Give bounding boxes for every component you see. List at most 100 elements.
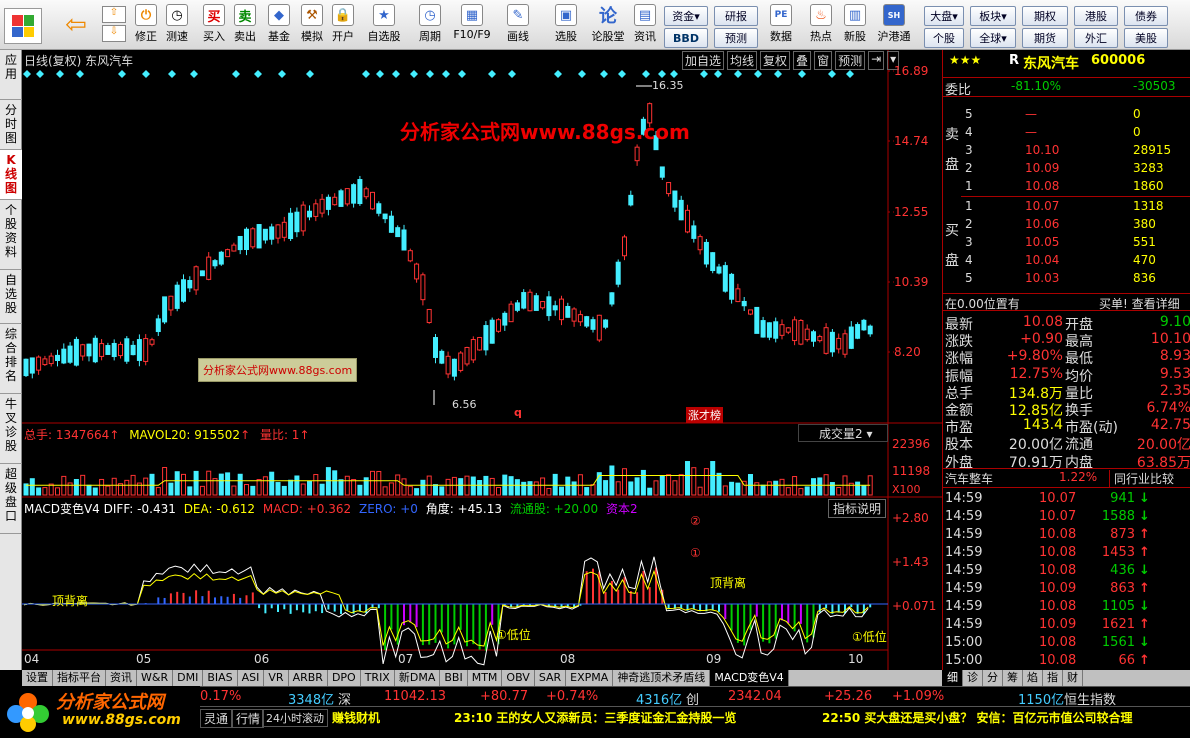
restore-button[interactable]: 复权 — [760, 51, 791, 70]
ipo-button[interactable]: ▥ 新股 — [840, 4, 870, 48]
open-account-button[interactable]: 🔒 开户 — [327, 4, 359, 48]
capital-button[interactable]: 资金 ▾ — [664, 6, 708, 26]
sell-button[interactable]: 卖卖出 — [231, 4, 259, 48]
us-stocks-button[interactable]: 美股 — [1124, 28, 1168, 48]
stock-select-button[interactable]: ▣ 选股 — [546, 4, 586, 48]
bbd-button[interactable]: BBD — [664, 28, 708, 48]
forecast-button[interactable]: 预测 — [714, 28, 758, 48]
volume-indicator-select[interactable]: 成交量2 ▾ — [798, 424, 888, 442]
book-row[interactable]: 2 10.06 380 — [943, 216, 1190, 234]
indicator-tab[interactable]: 资讯 — [106, 670, 137, 686]
book-row[interactable]: 4 — 0 — [943, 124, 1190, 142]
news-tab-24h[interactable]: 24小时滚动 — [262, 709, 328, 727]
news-button[interactable]: ▤ 资讯 — [630, 4, 660, 48]
indicator-tab[interactable]: MTM — [468, 670, 503, 686]
index-button[interactable]: 大盘 ▾ — [924, 6, 964, 26]
hotspot-button[interactable]: ♨ 热点 — [804, 4, 838, 48]
news-tab-lingtong[interactable]: 灵通 — [200, 709, 233, 728]
hk-stocks-button[interactable]: 港股 — [1074, 6, 1118, 26]
overlay-button[interactable]: 叠 — [793, 51, 812, 70]
fullscreen-icon[interactable]: ⇥ — [868, 51, 885, 70]
buy-button[interactable]: 买买入 — [200, 4, 228, 48]
sidebar-item-ranking[interactable]: 综合排名 — [0, 324, 22, 394]
sector-button[interactable]: 板块 ▾ — [970, 6, 1016, 26]
indicator-explain-button[interactable]: 指标说明 — [828, 499, 887, 518]
indicator-tab[interactable]: ARBR — [289, 670, 328, 686]
sidebar-item-timeshare[interactable]: 分时图 — [0, 100, 22, 150]
news-tab-quotes[interactable]: 行情 — [232, 709, 265, 728]
book-row[interactable]: 5 — 0 — [943, 106, 1190, 124]
predict-button[interactable]: 预测 — [835, 51, 866, 70]
add-watch-button[interactable]: 加自选 — [682, 51, 725, 70]
indicator-tab[interactable]: 指标平台 — [53, 670, 106, 686]
futures-button[interactable]: 期货 — [1022, 28, 1068, 48]
tab-diagnose[interactable]: 诊 — [963, 670, 983, 686]
indicator-tab[interactable]: W&R — [137, 670, 174, 686]
indicator-tab[interactable]: MACD变色V4 — [710, 670, 789, 686]
window-button[interactable]: 窗 — [814, 51, 833, 70]
up-down-icons[interactable]: ⇧ ⇩ — [102, 6, 126, 44]
sidebar-item-apps[interactable]: 应用 — [0, 50, 22, 100]
news-headline[interactable]: 23:10 王的女人又添新员：三季度证金汇金持股一览 — [454, 709, 736, 726]
book-row[interactable]: 3 10.10 28915 — [943, 142, 1190, 160]
news-headline[interactable]: 赚钱财机 — [332, 709, 380, 726]
speed-test-button[interactable]: ◷ 测速 — [163, 4, 191, 48]
sidebar-item-profile[interactable]: 个股资料 — [0, 200, 22, 270]
indicator-tab[interactable]: 新DMA — [395, 670, 441, 686]
view-detail-link[interactable]: 买单! 查看详细 — [1099, 295, 1180, 312]
forum-button[interactable]: 论论股堂 — [590, 4, 626, 48]
arrow-up-icon[interactable]: ⇧ — [102, 6, 126, 23]
options-button[interactable]: 期权 — [1022, 6, 1068, 26]
sidebar-item-diagnose[interactable]: 牛叉诊股 — [0, 394, 22, 464]
single-stock-button[interactable]: 个股 — [924, 28, 964, 48]
tab-minute[interactable]: 分 — [983, 670, 1003, 686]
sidebar-item-watchlist[interactable]: 自选股 — [0, 270, 22, 324]
fix-button[interactable]: ⏻ 修正 — [132, 4, 160, 48]
bonds-button[interactable]: 债券 — [1124, 6, 1168, 26]
research-button[interactable]: 研报 — [714, 6, 758, 26]
forex-button[interactable]: 外汇 — [1074, 28, 1118, 48]
industry-compare-button[interactable]: 同行业比较 — [1109, 470, 1174, 487]
tab-index[interactable]: 指 — [1043, 670, 1063, 686]
sidebar-item-kline[interactable]: K线图 — [0, 150, 22, 200]
data-button[interactable]: PE 数据 — [764, 4, 798, 48]
indicator-tab[interactable]: BBI — [440, 670, 468, 686]
indicator-tab[interactable]: EXPMA — [566, 670, 614, 686]
tab-detail[interactable]: 细 — [943, 670, 963, 686]
draw-line-button[interactable]: ✎ 画线 — [498, 4, 538, 48]
book-row[interactable]: 2 10.09 3283 — [943, 160, 1190, 178]
indicator-tab[interactable]: TRIX — [361, 670, 395, 686]
indicator-tab[interactable]: 设置 — [22, 670, 53, 686]
indicator-tab[interactable]: VR — [264, 670, 289, 686]
ma-button[interactable]: 均线 — [727, 51, 758, 70]
simulate-button[interactable]: ⚒ 模拟 — [296, 4, 328, 48]
tab-chips[interactable]: 筹 — [1003, 670, 1023, 686]
book-row[interactable]: 1 10.08 1860 — [943, 178, 1190, 196]
indicator-tab[interactable]: OBV — [502, 670, 535, 686]
indicator-tab[interactable]: ASI — [238, 670, 265, 686]
watchlist-button[interactable]: ★ 自选股 — [364, 4, 404, 48]
indicator-tab[interactable]: DPO — [328, 670, 361, 686]
indicator-tab[interactable]: DMI — [173, 670, 204, 686]
hk-connect-button[interactable]: SH 沪港通 — [872, 4, 916, 48]
kline-chart-area[interactable]: 日线(复权) 东风汽车 加自选 均线 复权 叠 窗 预测 ⇥ ▾ 分析家公式网w… — [22, 50, 942, 670]
indicator-tab[interactable]: 神奇逃顶术矛盾线 — [613, 670, 711, 686]
sidebar-item-level2[interactable]: 超级盘口 — [0, 464, 22, 534]
limit-up-tag[interactable]: 涨才榜 — [686, 407, 723, 423]
news-headline[interactable]: 22:50 买大盘还是买小盘？ 安信：百亿元市值公司较合理 — [822, 709, 1133, 726]
book-row[interactable]: 4 10.04 470 — [943, 252, 1190, 270]
app-logo[interactable] — [4, 8, 42, 44]
tab-finance[interactable]: 财 — [1063, 670, 1083, 686]
book-row[interactable]: 3 10.05 551 — [943, 234, 1190, 252]
tab-flame[interactable]: 焰 — [1023, 670, 1043, 686]
arrow-down-icon[interactable]: ⇩ — [102, 25, 126, 42]
indicator-tab[interactable]: BIAS — [203, 670, 238, 686]
back-arrow-icon[interactable]: ⇦ — [60, 8, 92, 42]
f10-button[interactable]: ▦ F10/F9 — [452, 4, 492, 48]
global-button[interactable]: 全球 ▾ — [970, 28, 1016, 48]
indicator-tab[interactable]: SAR — [535, 670, 567, 686]
fund-button[interactable]: ◆ 基金 — [263, 4, 295, 48]
book-row[interactable]: 1 10.07 1318 — [943, 198, 1190, 216]
book-row[interactable]: 5 10.03 836 — [943, 270, 1190, 288]
period-button[interactable]: ◷ 周期 — [410, 4, 450, 48]
